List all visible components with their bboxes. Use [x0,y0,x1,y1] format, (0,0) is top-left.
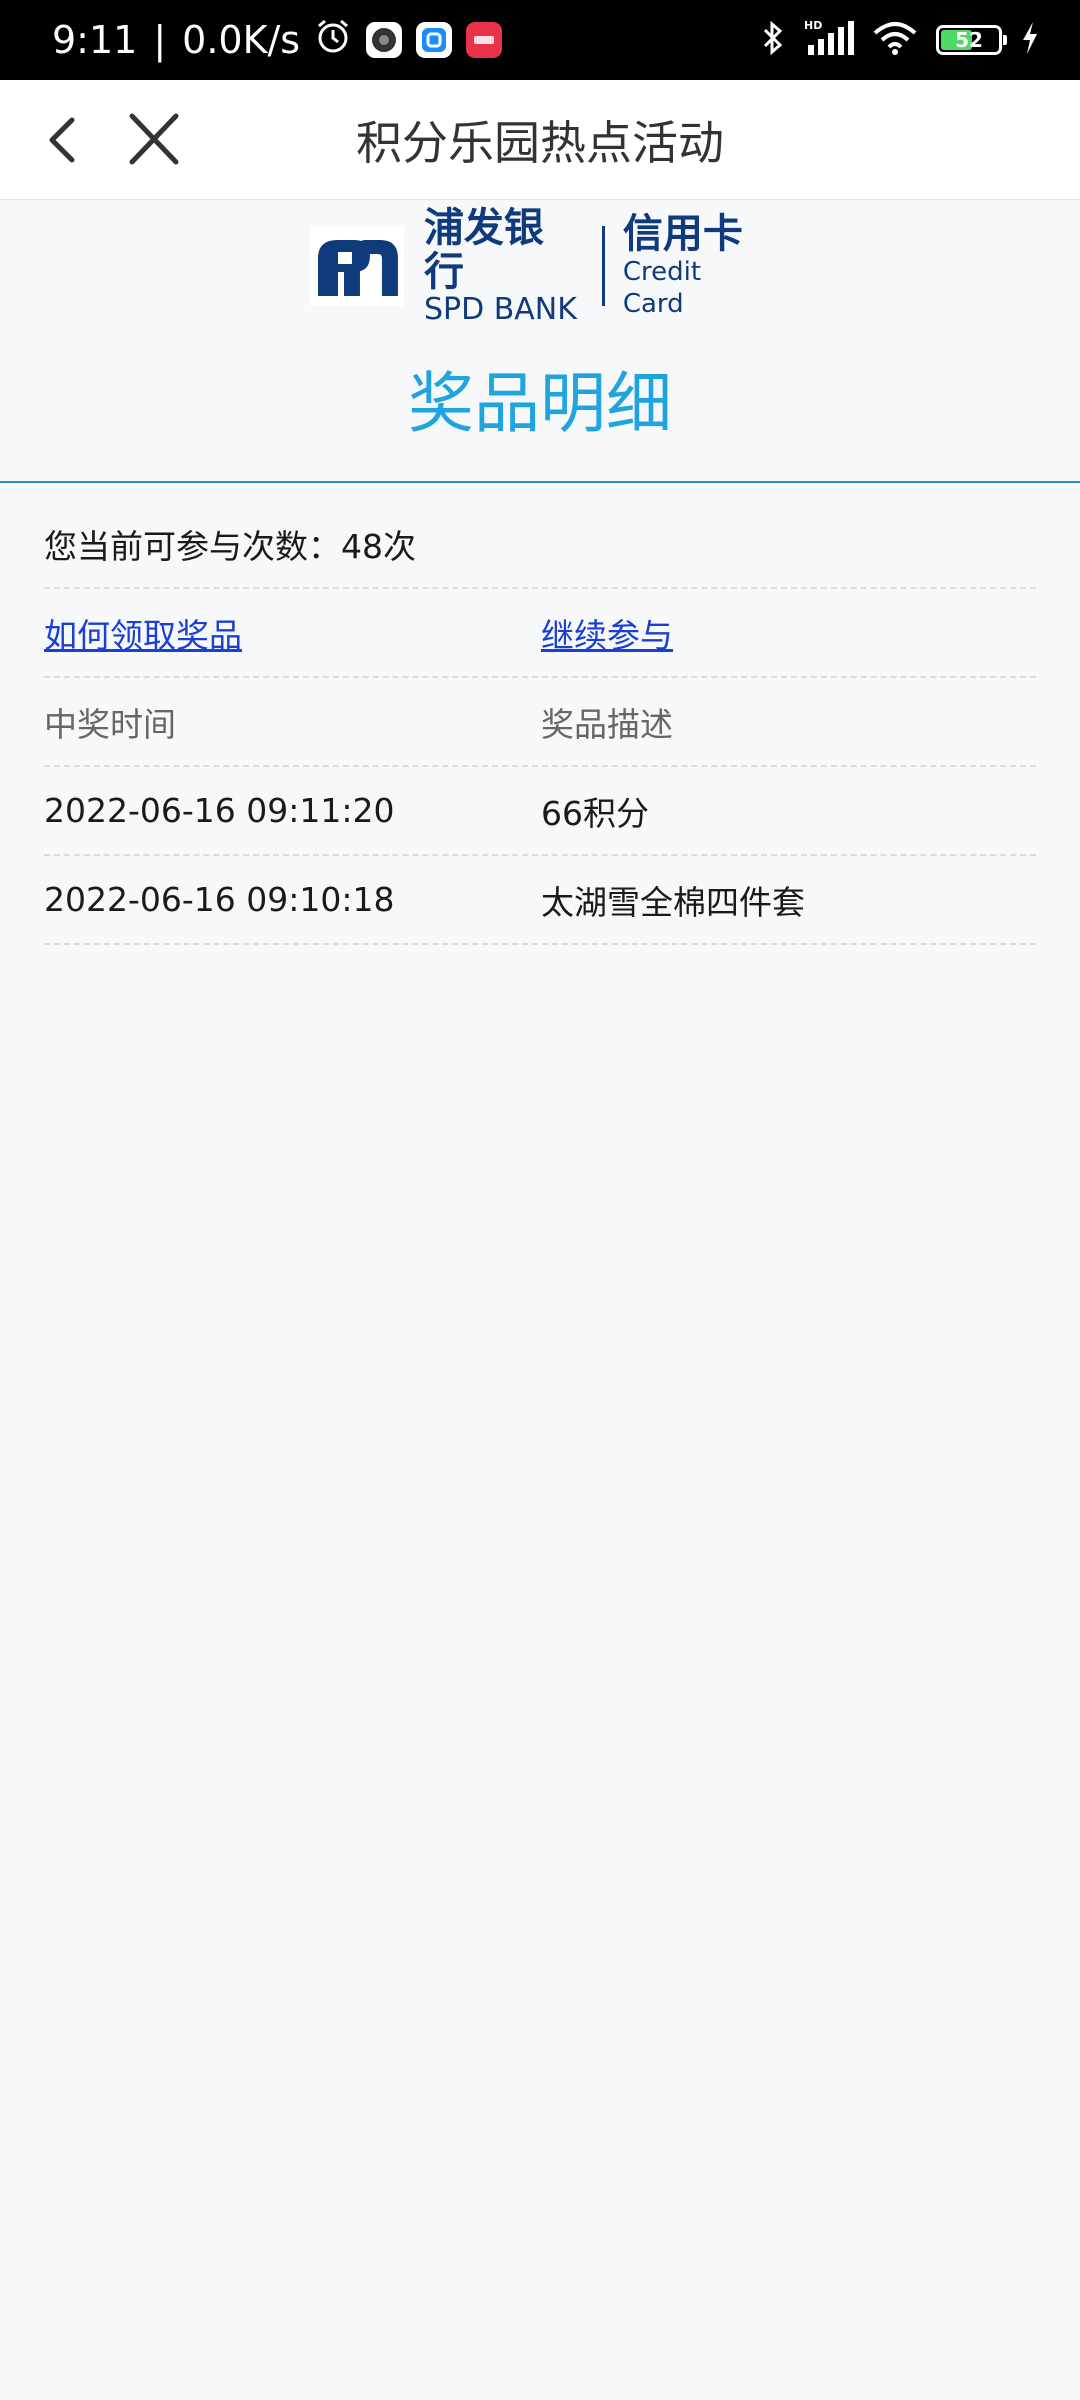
remaining-count-label: 您当前可参与次数：48次 [44,526,416,566]
row-win-time: 2022-06-16 09:11:20 [44,791,395,830]
prize-list: 您当前可参与次数：48次 如何领取奖品 继续参与 中奖时间 奖品描述 2022-… [44,500,1036,945]
network-speed: 0.0K/s [182,18,301,62]
bank-name-en: SPD BANK [423,292,577,327]
card-name: 信用卡 Credit Card [623,212,770,320]
app-icon-red [466,22,503,58]
continue-link[interactable]: 继续参与 [541,616,673,655]
battery-icon: 52 [936,25,1007,55]
app-icon-blue [416,22,453,58]
row-prize-desc: 66积分 [541,793,649,833]
row-prize-desc: 太湖雪全棉四件套 [541,882,805,922]
bluetooth-icon [760,19,786,61]
header-prize-desc: 奖品描述 [541,704,673,744]
svg-text:HD: HD [804,19,822,32]
action-links-row: 如何领取奖品 继续参与 [44,589,1036,678]
table-header: 中奖时间 奖品描述 [44,678,1036,767]
remaining-count-row: 您当前可参与次数：48次 [44,500,1036,589]
spd-logo-icon [310,226,404,306]
charging-icon [1020,20,1040,60]
title-divider [0,481,1080,483]
spd-bank-credit-card-logo: 浦发银行 SPD BANK 信用卡 Credit Card [310,206,770,326]
card-name-cn: 信用卡 [622,211,743,257]
battery-level: 52 [955,28,983,52]
status-time: 9:11 [52,18,138,62]
card-name-en: Credit Card [622,257,702,319]
bank-name: 浦发银行 SPD BANK [424,206,584,326]
bank-name-cn: 浦发银行 [423,205,544,295]
table-row: 2022-06-16 09:11:20 66积分 [44,767,1036,856]
wifi-icon [872,19,918,61]
status-bar-right: HD 52 [760,19,1040,61]
signal-icon: HD [804,19,854,61]
status-separator: | [153,18,167,62]
row-win-time: 2022-06-16 09:10:18 [44,880,395,919]
header-win-time: 中奖时间 [44,704,176,744]
page-title: 奖品明细 [408,365,672,442]
brand-divider [601,226,605,306]
nav-title: 积分乐园热点活动 [356,116,724,170]
how-to-claim-link[interactable]: 如何领取奖品 [44,616,242,655]
app-icon-dark [366,22,403,58]
navigation-bar: 积分乐园热点活动 [0,80,1080,200]
status-bar-left: 9:11 | 0.0K/s [52,17,503,64]
alarm-icon [314,17,352,64]
table-row: 2022-06-16 09:10:18 太湖雪全棉四件套 [44,856,1036,945]
status-bar: 9:11 | 0.0K/s HD 52 [0,0,1080,80]
